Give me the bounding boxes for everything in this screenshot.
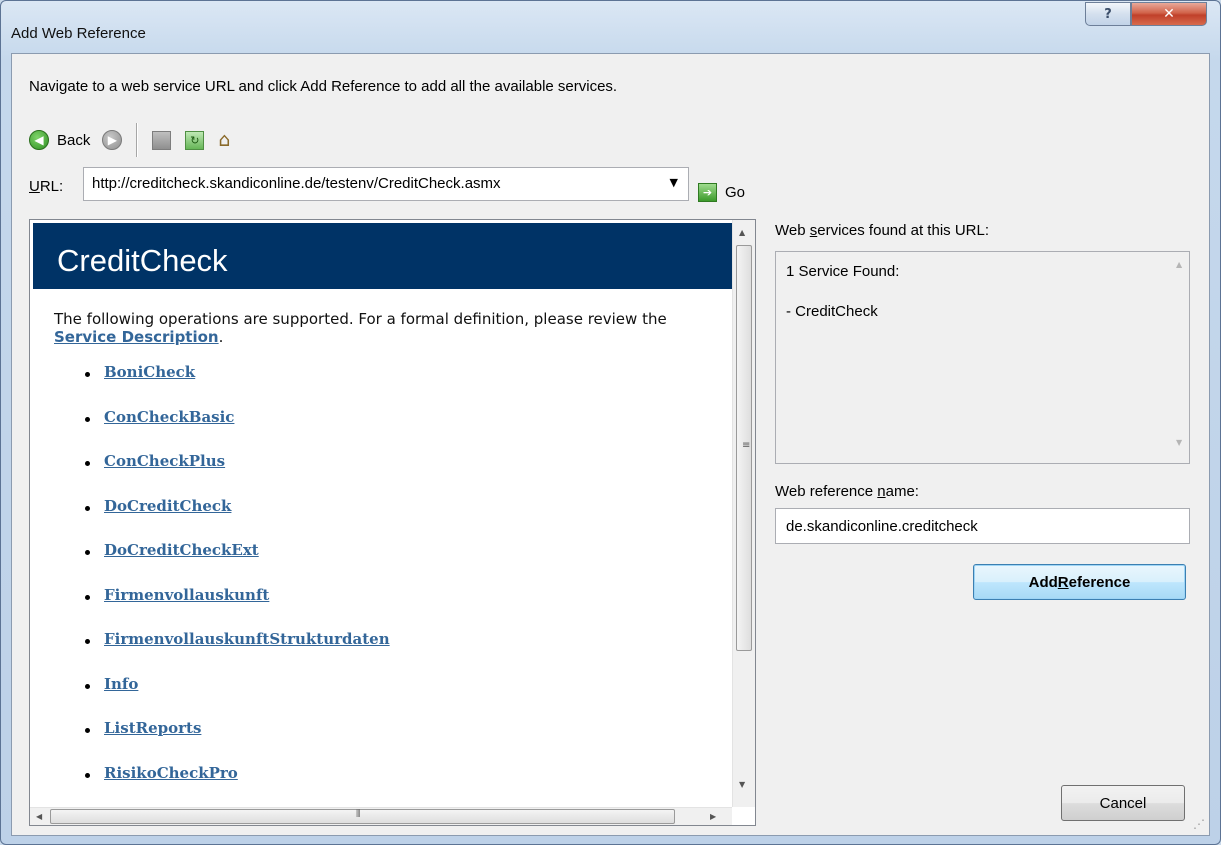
services-scrollbar[interactable]: ▲ ▼ bbox=[1170, 252, 1189, 463]
toolbar-separator bbox=[136, 123, 139, 157]
operation-link[interactable]: ListReports bbox=[104, 719, 201, 737]
go-button[interactable]: ➔ Go bbox=[698, 183, 745, 202]
dropdown-arrow-icon[interactable]: ▼ bbox=[670, 176, 678, 189]
operation-link[interactable]: Firmenvollauskunft bbox=[104, 586, 269, 604]
home-icon[interactable]: ⌂ bbox=[218, 129, 230, 151]
operation-list-item: Firmenvollauskunft bbox=[54, 586, 390, 631]
operation-link[interactable]: Info bbox=[104, 675, 138, 693]
back-arrow-icon[interactable]: ◀ bbox=[29, 130, 49, 150]
resize-grip-icon[interactable]: ⋰ bbox=[1193, 817, 1205, 831]
back-button-label[interactable]: Back bbox=[57, 132, 90, 149]
operation-list-item: ConCheckPlus bbox=[54, 452, 390, 497]
scroll-down-icon[interactable]: ▼ bbox=[1176, 438, 1182, 447]
reference-name-label: Web reference name: bbox=[775, 483, 919, 500]
operation-link[interactable]: FirmenvollauskunftStrukturdaten bbox=[104, 630, 390, 648]
url-combobox[interactable]: ▼ bbox=[83, 167, 689, 201]
url-label: URL: bbox=[29, 178, 64, 195]
operation-list-item: Info bbox=[54, 675, 390, 720]
scroll-up-icon[interactable]: ▲ bbox=[739, 228, 745, 237]
services-found-label: Web services found at this URL: bbox=[775, 222, 989, 239]
grip-icon: ⦀ bbox=[356, 809, 361, 820]
operation-link[interactable]: ConCheckBasic bbox=[104, 408, 234, 426]
service-item: - CreditCheck bbox=[786, 303, 878, 320]
services-count-text: 1 Service Found: bbox=[786, 263, 900, 280]
operation-link[interactable]: ConCheckPlus bbox=[104, 452, 225, 470]
add-reference-button[interactable]: Add Reference bbox=[973, 564, 1186, 600]
service-browser-pane[interactable]: CreditCheck The following operations are… bbox=[29, 219, 756, 826]
operation-list-item: ConCheckBasic bbox=[54, 408, 390, 453]
dialog-body: Navigate to a web service URL and click … bbox=[11, 53, 1210, 836]
cancel-button[interactable]: Cancel bbox=[1061, 785, 1185, 821]
reference-name-input[interactable] bbox=[775, 508, 1190, 544]
operation-link[interactable]: RisikoCheckPro bbox=[104, 764, 238, 782]
refresh-icon[interactable]: ↻ bbox=[185, 130, 205, 150]
operation-list-item: ListReports bbox=[54, 719, 390, 764]
window-title: Add Web Reference bbox=[11, 25, 146, 42]
scroll-right-icon[interactable]: ▶ bbox=[710, 812, 716, 821]
vertical-scroll-thumb[interactable]: ≡ bbox=[736, 245, 752, 651]
operation-list-item: FirmenvollauskunftStrukturdaten bbox=[54, 630, 390, 675]
forward-arrow-icon[interactable]: ▶ bbox=[102, 130, 123, 150]
help-button[interactable]: ? bbox=[1085, 2, 1131, 26]
operation-list-item: DoCreditCheck bbox=[54, 497, 390, 542]
help-icon: ? bbox=[1104, 6, 1112, 22]
go-label: Go bbox=[725, 184, 746, 201]
scroll-left-icon[interactable]: ◀ bbox=[36, 812, 42, 821]
scroll-down-icon[interactable]: ▼ bbox=[739, 780, 745, 789]
go-arrow-icon: ➔ bbox=[698, 183, 717, 202]
page-header: CreditCheck bbox=[33, 223, 733, 289]
horizontal-scroll-thumb[interactable]: ⦀ bbox=[50, 809, 675, 824]
instruction-text: Navigate to a web service URL and click … bbox=[29, 78, 618, 95]
intro-paragraph: The following operations are supported. … bbox=[54, 310, 667, 346]
url-input[interactable] bbox=[92, 175, 652, 192]
service-description-link[interactable]: Service Description bbox=[54, 328, 219, 346]
close-button[interactable]: ✕ bbox=[1131, 2, 1207, 26]
page-title: CreditCheck bbox=[57, 243, 228, 278]
vertical-scrollbar[interactable]: ▲ ≡ ▼ bbox=[732, 220, 755, 807]
operation-link[interactable]: BoniCheck bbox=[104, 363, 195, 381]
scroll-up-icon[interactable]: ▲ bbox=[1176, 260, 1182, 269]
services-found-box[interactable]: 1 Service Found: - CreditCheck ▲ ▼ bbox=[775, 251, 1190, 464]
operation-list-item: DoCreditCheckExt bbox=[54, 541, 390, 586]
add-web-reference-dialog: Add Web Reference ? ✕ Navigate to a web … bbox=[0, 0, 1221, 845]
stop-icon[interactable] bbox=[152, 130, 172, 150]
horizontal-scrollbar[interactable]: ◀ ⦀ ▶ bbox=[30, 807, 732, 825]
operations-list: BoniCheck ConCheckBasic ConCheckPlus DoCred… bbox=[54, 363, 390, 808]
operation-link[interactable]: DoCreditCheck bbox=[104, 497, 231, 515]
operation-list-item: RisikoCheckPro bbox=[54, 764, 390, 809]
grip-icon: ≡ bbox=[742, 440, 751, 451]
operation-list-item: BoniCheck bbox=[54, 363, 390, 408]
close-icon: ✕ bbox=[1163, 6, 1175, 22]
operation-link[interactable]: DoCreditCheckExt bbox=[104, 541, 259, 559]
navigation-toolbar: ◀ Back ▶ ↻ ⌂ bbox=[29, 122, 230, 158]
